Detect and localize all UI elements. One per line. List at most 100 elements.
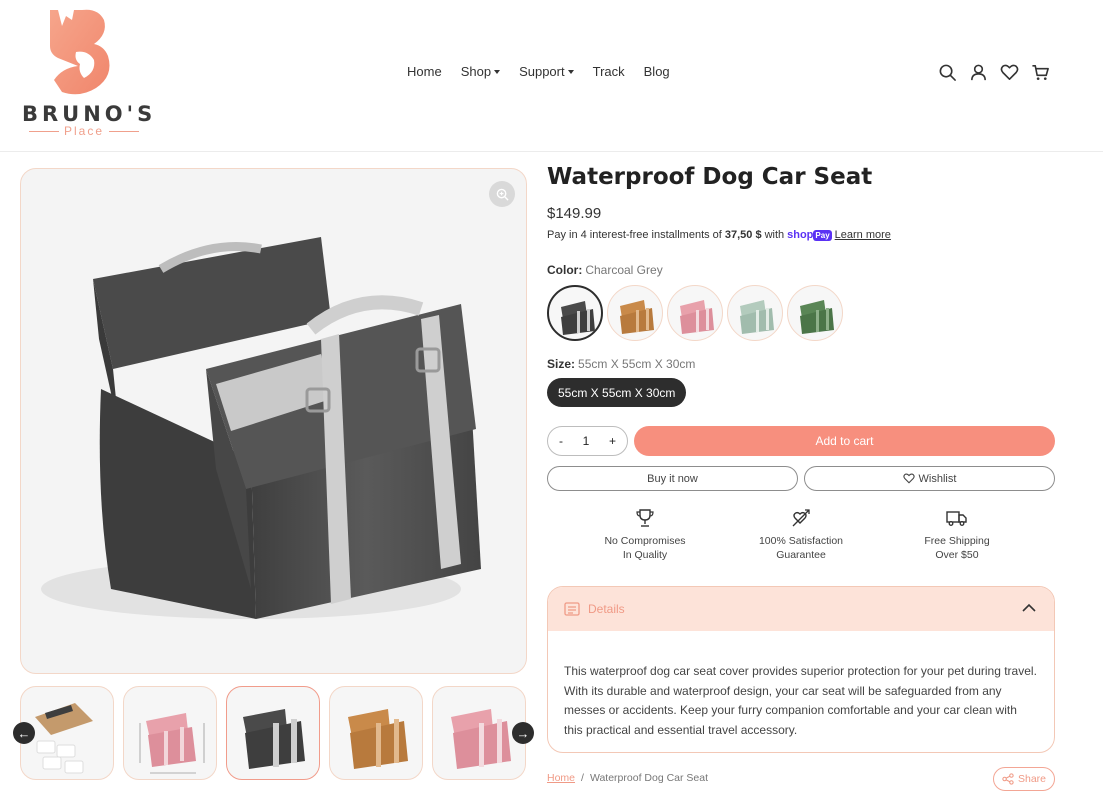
tan-seat-image <box>348 709 408 769</box>
zoom-in-icon <box>496 188 509 201</box>
feature-satisfaction-line1: 100% Satisfaction <box>758 535 844 547</box>
feature-shipping: Free Shipping Over $50 <box>892 508 1022 562</box>
header-icons <box>938 63 1050 82</box>
gallery-prev-button[interactable]: ← <box>13 722 35 744</box>
wishlist-button[interactable]: Wishlist <box>804 466 1055 491</box>
caret-down-icon <box>494 70 501 74</box>
breadcrumb: Home / Waterproof Dog Car Seat <box>547 772 708 784</box>
green-swatch-image <box>800 300 834 334</box>
tan-swatch-image <box>620 300 654 334</box>
main-product-image[interactable] <box>20 168 527 674</box>
color-label: Color: <box>547 263 583 277</box>
wishlist-heart-icon[interactable] <box>1000 63 1019 82</box>
truck-icon <box>946 511 967 526</box>
cart-icon[interactable] <box>1031 63 1050 82</box>
brand-name: BRUNO'S <box>22 102 157 126</box>
details-heading: Details <box>588 602 625 616</box>
quantity-increase-button[interactable]: + <box>609 434 616 448</box>
installments-prefix: Pay in 4 interest-free installments of <box>547 229 722 241</box>
breadcrumb-home-link[interactable]: Home <box>547 772 575 784</box>
share-icon <box>1002 773 1014 785</box>
quantity-value[interactable]: 1 <box>583 434 590 448</box>
product-price: $149.99 <box>547 205 602 222</box>
gallery-next-button[interactable]: → <box>512 722 534 744</box>
brand-sub: Place <box>22 124 146 138</box>
share-label: Share <box>1017 773 1047 785</box>
details-text: This waterproof dog car seat cover provi… <box>564 664 1037 737</box>
caret-down-icon <box>567 70 574 74</box>
feature-satisfaction-line2: Guarantee <box>776 549 826 561</box>
color-swatches <box>547 285 843 341</box>
breadcrumb-separator: / <box>581 772 584 784</box>
feature-list: No Compromises In Quality 100% Satisfact… <box>547 508 1055 568</box>
heart-icon <box>902 473 915 484</box>
site-header: BRUNO'S Place Home Shop Support Track Bl… <box>0 0 1103 152</box>
installments-info: Pay in 4 interest-free installments of 3… <box>547 229 891 241</box>
account-icon[interactable] <box>969 63 988 82</box>
color-label-row: Color: Charcoal Grey <box>547 263 663 277</box>
thumbnail-charcoal[interactable] <box>226 686 320 780</box>
sage-swatch-image <box>740 300 774 334</box>
breadcrumb-current: Waterproof Dog Car Seat <box>589 772 709 784</box>
wishlist-label: Wishlist <box>918 472 957 485</box>
share-button[interactable]: Share <box>993 767 1055 791</box>
heart-arrow-icon <box>792 509 810 527</box>
nav-blog[interactable]: Blog <box>644 64 670 79</box>
thumbnail-pink-dimensions[interactable] <box>123 686 217 780</box>
thumbnail-tan[interactable] <box>329 686 423 780</box>
car-seat-illustration <box>41 237 481 619</box>
color-value: Charcoal Grey <box>585 263 663 277</box>
shop-pay-logo: shop Pay <box>787 229 832 241</box>
swatch-green[interactable] <box>787 285 843 341</box>
details-accordion: Details This waterproof dog car seat cov… <box>547 586 1055 753</box>
document-icon <box>564 602 580 616</box>
size-value: 55cm X 55cm X 30cm <box>578 357 696 371</box>
feature-shipping-line2: Over $50 <box>935 549 979 561</box>
feature-quality-line2: In Quality <box>622 549 668 561</box>
swatch-sage[interactable] <box>727 285 783 341</box>
swatch-pink[interactable] <box>667 285 723 341</box>
size-label: Size: <box>547 357 576 371</box>
details-toggle[interactable]: Details <box>548 587 1054 631</box>
feature-satisfaction: 100% Satisfaction Guarantee <box>736 508 866 562</box>
feature-quality-line1: No Compromises <box>604 535 686 547</box>
arrow-right-icon: → <box>516 725 530 741</box>
nav-label: Track <box>592 64 625 79</box>
charcoal-swatch-image <box>561 301 595 335</box>
zoom-button[interactable] <box>489 181 515 207</box>
quantity-decrease-button[interactable]: - <box>559 434 563 448</box>
arrow-left-icon: ← <box>17 725 31 741</box>
size-option-button[interactable]: 55cm X 55cm X 30cm <box>547 378 687 407</box>
swatch-tan[interactable] <box>607 285 663 341</box>
product-title: Waterproof Dog Car Seat <box>547 164 873 190</box>
add-to-cart-button[interactable]: Add to cart <box>634 426 1055 456</box>
installments-with: with <box>764 229 785 241</box>
nav-support[interactable]: Support <box>519 64 574 79</box>
brand-logo[interactable]: BRUNO'S Place <box>22 6 157 140</box>
nav-label: Support <box>519 64 565 79</box>
nav-label: Blog <box>643 64 670 79</box>
trophy-icon <box>636 509 654 527</box>
quantity-stepper: - 1 + <box>547 426 628 456</box>
nav-home[interactable]: Home <box>407 64 442 79</box>
size-label-row: Size: 55cm X 55cm X 30cm <box>547 357 695 371</box>
nav-track[interactable]: Track <box>593 64 625 79</box>
learn-more-link[interactable]: Learn more <box>835 229 891 241</box>
feature-quality: No Compromises In Quality <box>580 508 710 562</box>
nav-label: Shop <box>460 64 492 79</box>
shop-text: shop <box>787 229 814 241</box>
charcoal-seat-image <box>243 709 305 769</box>
pink-seat-dimensions-image <box>139 713 205 774</box>
search-icon[interactable] <box>938 63 957 82</box>
swatch-charcoal[interactable] <box>547 285 603 341</box>
feature-shipping-line1: Free Shipping <box>924 535 990 547</box>
nav-label: Home <box>407 64 442 79</box>
chevron-up-icon <box>1022 603 1036 612</box>
main-nav: Home Shop Support Track Blog <box>407 64 670 79</box>
thumbnail-strip <box>20 686 527 780</box>
pay-badge: Pay <box>813 230 832 241</box>
nav-shop[interactable]: Shop <box>460 64 501 79</box>
pink-swatch-image <box>680 300 714 334</box>
buy-now-button[interactable]: Buy it now <box>547 466 798 491</box>
dog-logo-icon <box>50 9 110 95</box>
